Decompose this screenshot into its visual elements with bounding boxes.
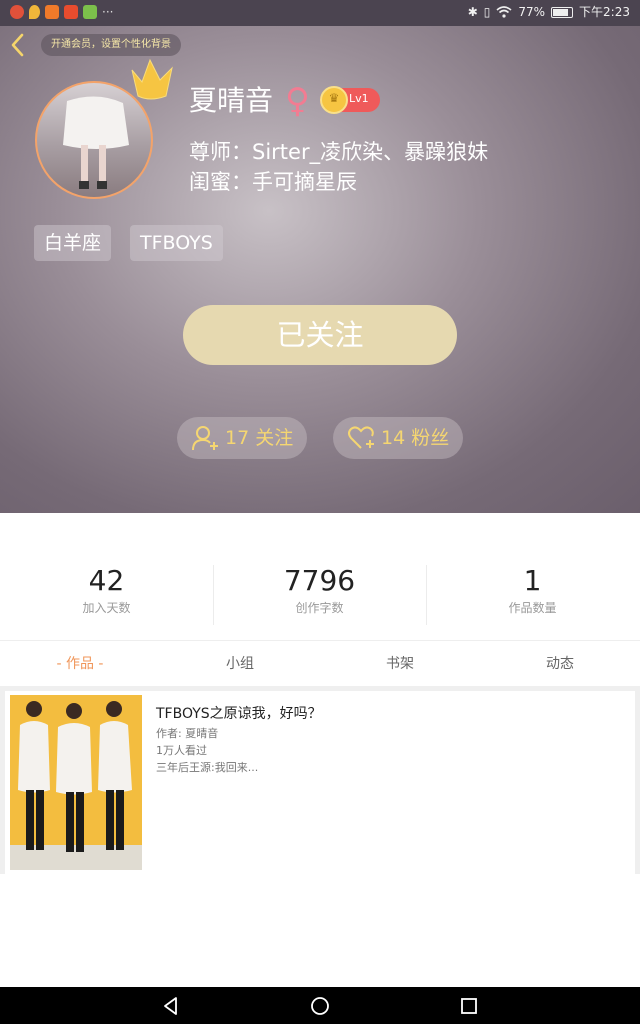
status-bar: ··· ✱ ▯ 77% 下午2:23 xyxy=(0,0,640,26)
tag-zodiac[interactable]: 白羊座 xyxy=(34,225,112,261)
stat-label: 作品数量 xyxy=(508,601,557,615)
fans-count: 14 粉丝 xyxy=(381,427,450,449)
back-triangle-icon[interactable] xyxy=(160,995,182,1017)
clock: 下午2:23 xyxy=(579,5,630,19)
green-app-icon xyxy=(83,5,97,19)
status-bar-notifications: ··· xyxy=(10,5,113,19)
tab-works[interactable]: - 作品 - xyxy=(0,641,160,687)
female-gender-icon: ♀ xyxy=(285,81,313,121)
level-badge: ♛ Lv1 xyxy=(320,86,380,114)
book-excerpt: 三年后王源:我回来... xyxy=(156,761,259,774)
profile-header: 开通会员，设置个性化背景 夏晴音 ♀ ♛ Lv1 尊师：Sirter_凌欣染、暴… xyxy=(0,26,640,513)
music-app-icon xyxy=(10,5,24,19)
following-count-button[interactable]: 17 关注 xyxy=(177,417,307,459)
bluetooth-icon: ✱ xyxy=(467,5,478,19)
wifi-icon xyxy=(496,6,512,18)
vibrate-icon: ▯ xyxy=(483,5,491,19)
crown-icon xyxy=(131,58,173,100)
tag-tfboys[interactable]: TFBOYS xyxy=(130,225,223,261)
gender-symbol: ♀ xyxy=(285,81,310,121)
book-author: 作者: 夏晴音 xyxy=(156,727,219,740)
stat-word-count: 7796 创作字数 xyxy=(213,563,426,617)
stat-label: 创作字数 xyxy=(295,601,344,615)
level-text: Lv1 xyxy=(349,92,369,105)
mentor-line: 尊师：Sirter_凌欣染、暴躁狼妹 xyxy=(189,140,489,164)
tab-bookshelf[interactable]: 书架 xyxy=(320,641,480,687)
home-circle-icon[interactable] xyxy=(309,995,331,1017)
tab-groups[interactable]: 小组 xyxy=(160,641,320,687)
book-views: 1万人看过 xyxy=(156,744,207,757)
status-bar-system: ✱ ▯ 77% 下午2:23 xyxy=(468,5,630,19)
recents-square-icon[interactable] xyxy=(458,995,480,1017)
tab-activity[interactable]: 动态 xyxy=(480,641,640,687)
book-title[interactable]: TFBOYS之原谅我，好吗？ xyxy=(156,703,322,723)
vip-background-tip[interactable]: 开通会员，设置个性化背景 xyxy=(41,34,181,56)
list-item[interactable]: TFBOYS之原谅我，好吗？ 作者: 夏晴音 1万人看过 三年后王源:我回来..… xyxy=(5,691,635,874)
stat-value: 7796 xyxy=(283,564,356,597)
location-icon xyxy=(29,5,40,19)
followed-button[interactable]: 已关注 xyxy=(183,305,457,365)
profile-tabs: - 作品 - 小组 书架 动态 xyxy=(0,640,640,686)
stat-value: 42 xyxy=(88,564,125,597)
username: 夏晴音 xyxy=(189,84,274,117)
stat-days-joined: 42 加入天数 xyxy=(0,563,213,617)
level-crown-icon: ♛ xyxy=(320,86,348,114)
back-arrow-icon[interactable] xyxy=(6,32,32,58)
book-cover-image xyxy=(10,695,142,870)
battery-icon xyxy=(551,6,574,18)
system-navigation-bar xyxy=(0,987,640,1024)
orange-app-icon xyxy=(64,5,78,19)
following-count: 17 关注 xyxy=(225,427,294,449)
book-cover[interactable] xyxy=(10,695,142,870)
battery-percent: 77% xyxy=(518,5,546,19)
stat-label: 加入天数 xyxy=(82,601,131,615)
stat-value: 1 xyxy=(523,564,542,597)
stats-row: 42 加入天数 7796 创作字数 1 作品数量 xyxy=(0,513,640,640)
stat-works-count: 1 作品数量 xyxy=(426,563,639,617)
video-app-icon xyxy=(45,5,59,19)
fans-count-button[interactable]: 14 粉丝 xyxy=(333,417,463,459)
bestie-line: 闺蜜：手可摘星辰 xyxy=(189,170,357,194)
overflow-indicator: ··· xyxy=(102,5,114,19)
heart-plus-icon xyxy=(348,426,374,449)
add-user-icon xyxy=(192,426,218,451)
